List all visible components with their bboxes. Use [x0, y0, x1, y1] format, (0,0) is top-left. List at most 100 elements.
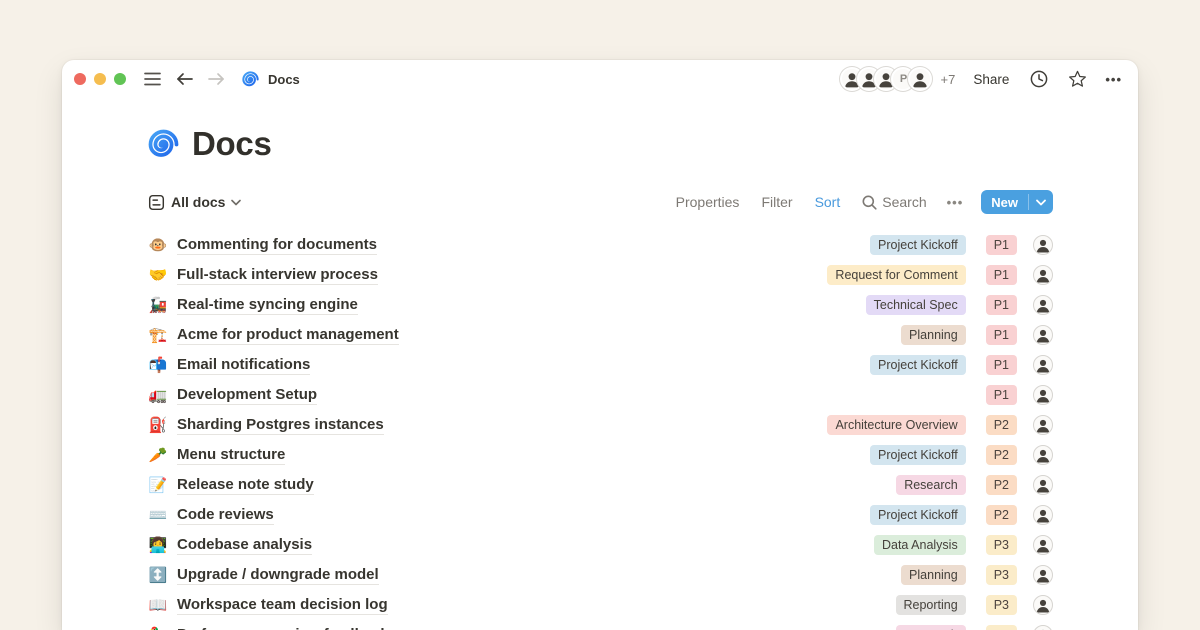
doc-title[interactable]: Code reviews	[177, 506, 274, 525]
doc-assignee-avatar[interactable]	[1033, 415, 1053, 435]
doc-assignee-avatar[interactable]	[1033, 295, 1053, 315]
doc-tag[interactable]: Request for Comment	[827, 265, 965, 285]
doc-priority-badge[interactable]: P3	[986, 625, 1017, 630]
doc-tag[interactable]: Data Analysis	[874, 535, 966, 555]
collaborator-avatar[interactable]	[908, 67, 932, 91]
doc-tag[interactable]: Research	[896, 625, 966, 630]
doc-priority-badge[interactable]: P2	[986, 415, 1017, 435]
doc-assignee-avatar[interactable]	[1033, 235, 1053, 255]
doc-list-item[interactable]: 📬 Email notifications Project Kickoff P1	[148, 350, 1053, 380]
forward-arrow-icon[interactable]	[206, 69, 226, 89]
doc-priority-badge[interactable]: P1	[986, 265, 1017, 285]
doc-assignee-avatar[interactable]	[1033, 355, 1053, 375]
doc-assignee-avatar[interactable]	[1033, 445, 1053, 465]
minimize-window-button[interactable]	[94, 73, 106, 85]
doc-assignee-avatar[interactable]	[1033, 625, 1053, 630]
doc-tag[interactable]: Project Kickoff	[870, 235, 966, 255]
doc-assignee-avatar[interactable]	[1033, 535, 1053, 555]
search-label: Search	[882, 194, 926, 210]
doc-emoji-icon: 🤝	[148, 268, 168, 283]
doc-emoji-icon: ⌨️	[148, 508, 168, 523]
doc-emoji-icon: 📖	[148, 598, 168, 613]
doc-priority-badge[interactable]: P1	[986, 325, 1017, 345]
doc-tag[interactable]: Planning	[901, 325, 966, 345]
doc-tag[interactable]: Project Kickoff	[870, 505, 966, 525]
doc-list-item[interactable]: 🐵 Commenting for documents Project Kicko…	[148, 230, 1053, 260]
doc-tag[interactable]: Planning	[901, 565, 966, 585]
doc-title[interactable]: Development Setup	[177, 386, 317, 405]
doc-priority-badge[interactable]: P1	[986, 355, 1017, 375]
more-options-icon[interactable]: •••	[1105, 72, 1122, 87]
doc-priority-badge[interactable]: P2	[986, 475, 1017, 495]
doc-emoji-icon: 🏗️	[148, 328, 168, 343]
zoom-window-button[interactable]	[114, 73, 126, 85]
doc-tag[interactable]: Project Kickoff	[870, 355, 966, 375]
doc-priority-badge[interactable]: P3	[986, 535, 1017, 555]
doc-list-item[interactable]: ↕️ Upgrade / downgrade model Planning P3	[148, 560, 1053, 590]
new-doc-button[interactable]: New	[981, 190, 1028, 214]
share-button[interactable]: Share	[973, 72, 1009, 87]
doc-assignee-avatar[interactable]	[1033, 565, 1053, 585]
doc-list-item[interactable]: 🚂 Real-time syncing engine Technical Spe…	[148, 290, 1053, 320]
history-clock-icon[interactable]	[1029, 69, 1049, 89]
doc-assignee-avatar[interactable]	[1033, 385, 1053, 405]
filter-button[interactable]: Filter	[761, 194, 792, 210]
doc-title[interactable]: Codebase analysis	[177, 536, 312, 555]
doc-tag[interactable]: Project Kickoff	[870, 445, 966, 465]
doc-title[interactable]: Upgrade / downgrade model	[177, 566, 379, 585]
doc-priority-badge[interactable]: P2	[986, 505, 1017, 525]
doc-title[interactable]: Workspace team decision log	[177, 596, 388, 615]
new-doc-split-button[interactable]: New	[981, 190, 1053, 214]
doc-list-item[interactable]: 🚛 Development Setup P1	[148, 380, 1053, 410]
collaborator-avatar-stack[interactable]: P	[840, 67, 932, 91]
search-button[interactable]: Search	[862, 194, 926, 210]
doc-list-item[interactable]: ⛽ Sharding Postgres instances Architectu…	[148, 410, 1053, 440]
doc-title[interactable]: Real-time syncing engine	[177, 296, 358, 315]
doc-priority-badge[interactable]: P2	[986, 445, 1017, 465]
doc-emoji-icon: ⛽	[148, 418, 168, 433]
doc-assignee-avatar[interactable]	[1033, 505, 1053, 525]
doc-list-item[interactable]: 🤝 Full-stack interview process Request f…	[148, 260, 1053, 290]
view-switcher[interactable]: All docs	[148, 194, 241, 211]
doc-title[interactable]: Release note study	[177, 476, 314, 495]
avatar-overflow-count[interactable]: +7	[940, 72, 955, 87]
doc-priority-badge[interactable]: P3	[986, 565, 1017, 585]
docs-spiral-logo-icon	[148, 129, 179, 160]
sort-button[interactable]: Sort	[815, 194, 841, 210]
new-doc-dropdown-button[interactable]	[1029, 190, 1053, 214]
back-arrow-icon[interactable]	[174, 69, 194, 89]
doc-emoji-icon: ↕️	[148, 568, 168, 583]
doc-title[interactable]: Full-stack interview process	[177, 266, 378, 285]
doc-tag[interactable]: Architecture Overview	[827, 415, 965, 435]
doc-title[interactable]: Menu structure	[177, 446, 285, 465]
doc-assignee-avatar[interactable]	[1033, 325, 1053, 345]
doc-assignee-avatar[interactable]	[1033, 265, 1053, 285]
doc-list-item[interactable]: 🦜 Performance review feedback Research P…	[148, 620, 1053, 630]
doc-priority-badge[interactable]: P1	[986, 385, 1017, 405]
doc-title[interactable]: Performance review feedback	[177, 626, 389, 630]
doc-tag[interactable]: Technical Spec	[866, 295, 966, 315]
doc-list-item[interactable]: 👩‍💻 Codebase analysis Data Analysis P3	[148, 530, 1053, 560]
favorite-star-icon[interactable]	[1067, 69, 1087, 89]
doc-list-item[interactable]: 📖 Workspace team decision log Reporting …	[148, 590, 1053, 620]
doc-title[interactable]: Commenting for documents	[177, 236, 377, 255]
sidebar-menu-icon[interactable]	[142, 69, 162, 89]
doc-list-item[interactable]: 🥕 Menu structure Project Kickoff P2	[148, 440, 1053, 470]
doc-priority-badge[interactable]: P1	[986, 295, 1017, 315]
doc-tag[interactable]: Research	[896, 475, 966, 495]
doc-title[interactable]: Sharding Postgres instances	[177, 416, 384, 435]
doc-list-item[interactable]: 📝 Release note study Research P2	[148, 470, 1053, 500]
doc-priority-badge[interactable]: P1	[986, 235, 1017, 255]
chevron-down-icon	[1036, 199, 1046, 206]
doc-assignee-avatar[interactable]	[1033, 475, 1053, 495]
doc-priority-badge[interactable]: P3	[986, 595, 1017, 615]
view-more-options-icon[interactable]: •••	[947, 195, 964, 210]
doc-title[interactable]: Email notifications	[177, 356, 310, 375]
doc-assignee-avatar[interactable]	[1033, 595, 1053, 615]
properties-button[interactable]: Properties	[676, 194, 740, 210]
doc-tag[interactable]: Reporting	[896, 595, 966, 615]
doc-list-item[interactable]: 🏗️ Acme for product management Planning …	[148, 320, 1053, 350]
doc-list-item[interactable]: ⌨️ Code reviews Project Kickoff P2	[148, 500, 1053, 530]
doc-title[interactable]: Acme for product management	[177, 326, 399, 345]
close-window-button[interactable]	[74, 73, 86, 85]
